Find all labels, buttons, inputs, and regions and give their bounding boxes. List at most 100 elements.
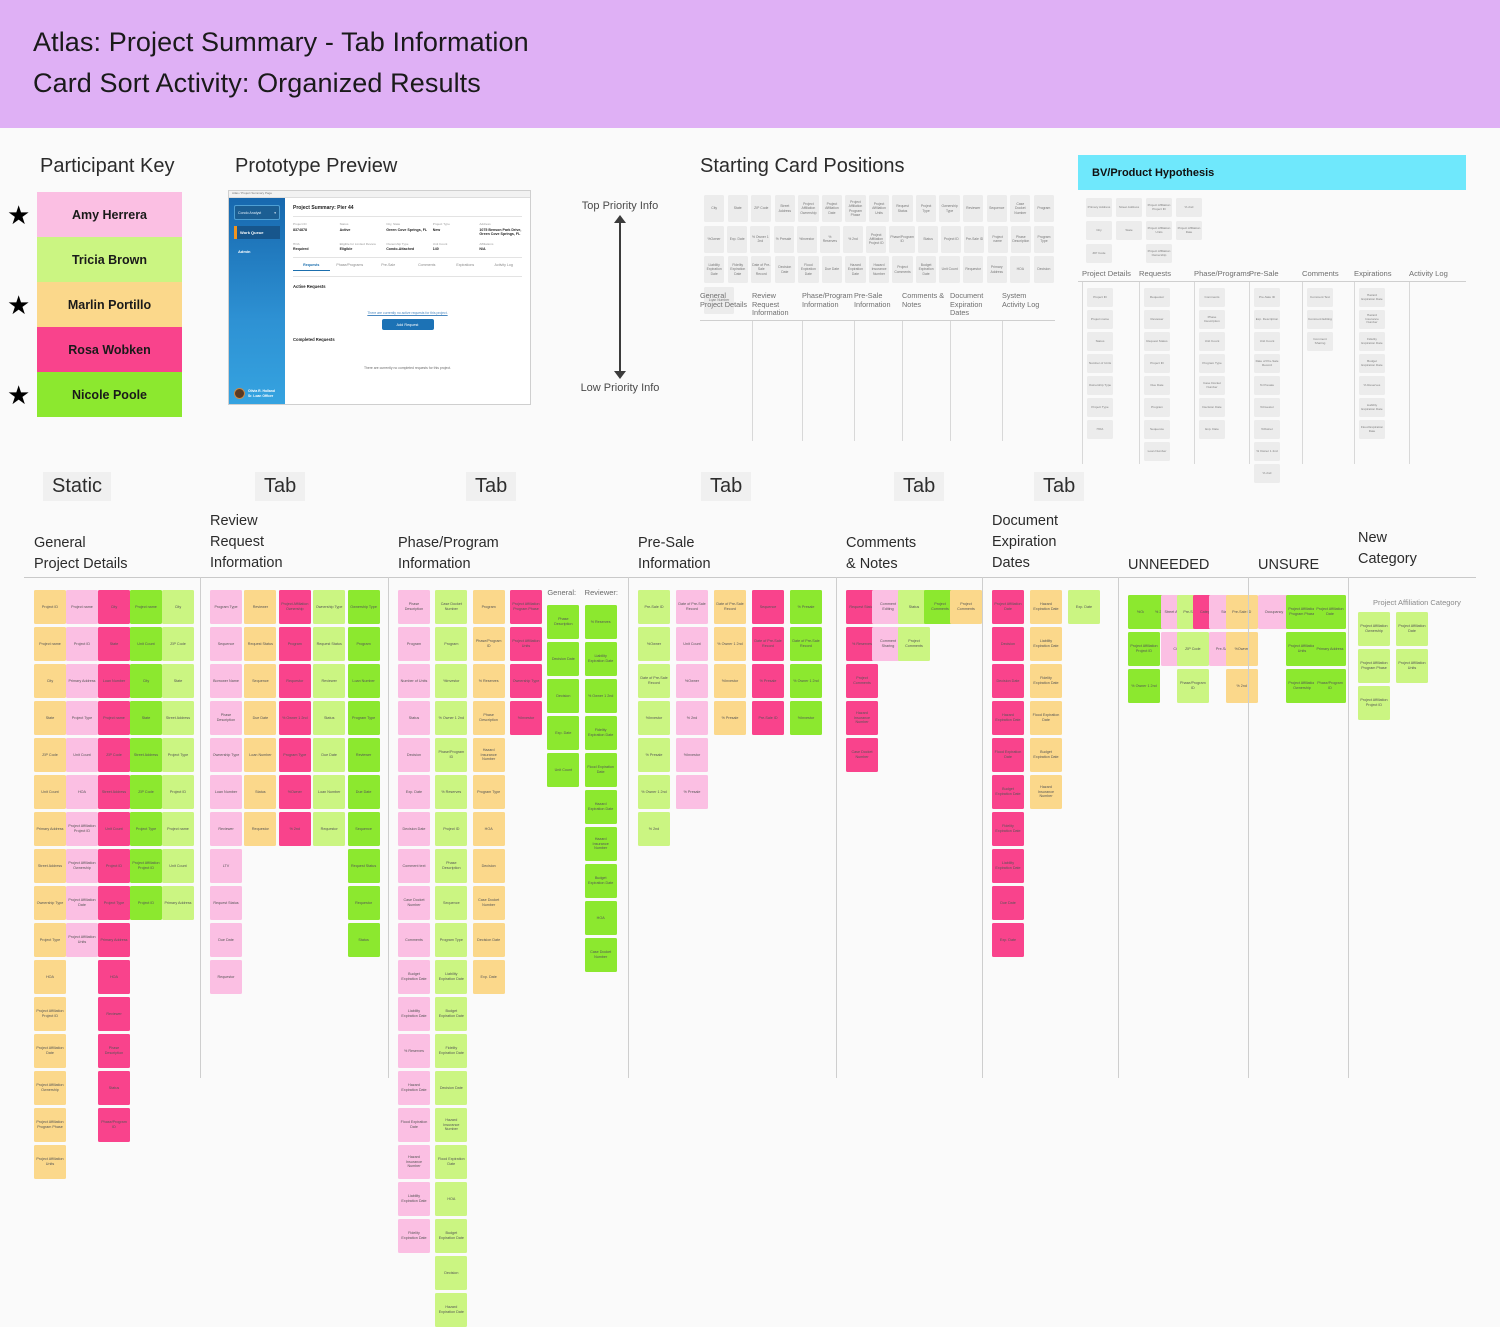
sticky-note-card[interactable]: Hazard Insurance Number xyxy=(1030,775,1062,809)
sticky-note-card[interactable]: Request Status xyxy=(313,627,346,661)
sticky-note-card[interactable]: ZIP Code xyxy=(98,738,130,772)
sticky-note-card[interactable]: Unit Count xyxy=(676,627,708,661)
sticky-note-card[interactable]: Status xyxy=(398,701,430,735)
sticky-note-card[interactable]: Phase/Program ID xyxy=(472,627,505,661)
sticky-note-card[interactable]: Requestor xyxy=(244,812,277,846)
sticky-note-card[interactable]: Budget Expiration Date xyxy=(1030,738,1062,772)
sticky-note-card[interactable]: % Presale xyxy=(752,664,784,698)
sticky-note-card[interactable]: % Reserves xyxy=(398,1034,430,1068)
sticky-note-card[interactable]: Request Status xyxy=(244,627,277,661)
sticky-note-card[interactable]: Date of Pre-Sale Record xyxy=(790,627,822,661)
sticky-note-card[interactable]: Loan Number xyxy=(347,664,380,698)
sticky-note-card[interactable]: HOA xyxy=(584,901,617,935)
sticky-note-card[interactable]: HOA xyxy=(34,960,66,994)
sticky-note-card[interactable]: Case Docket Number xyxy=(846,738,878,772)
sticky-note-card[interactable]: Street Address xyxy=(98,775,130,809)
sticky-note-card[interactable]: Flood Expiration Date xyxy=(1030,701,1062,735)
sticky-note-card[interactable]: Phase Description xyxy=(210,701,242,735)
sticky-note-card[interactable]: Program Type xyxy=(472,775,505,809)
sticky-note-card[interactable]: Loan Number xyxy=(210,775,242,809)
sticky-note-card[interactable]: Phase/Program ID xyxy=(98,1108,130,1142)
sticky-note-card[interactable]: % Presale xyxy=(676,775,708,809)
sticky-note-card[interactable]: Requestor xyxy=(210,960,242,994)
sticky-note-card[interactable]: Request Status xyxy=(347,849,380,883)
sticky-note-card[interactable]: Project Affiliation Ownership xyxy=(278,590,311,624)
sticky-note-card[interactable]: Flood Expiration Date xyxy=(398,1108,430,1142)
sticky-note-card[interactable]: %Investor xyxy=(676,738,708,772)
sticky-note-card[interactable]: City xyxy=(130,664,162,698)
sticky-note-card[interactable]: Hazard Insurance Number xyxy=(846,701,878,735)
sticky-note-card[interactable]: % Presale xyxy=(638,738,670,772)
sticky-note-card[interactable]: Program xyxy=(472,590,505,624)
sticky-note-card[interactable]: Reviewer xyxy=(98,997,130,1031)
sticky-note-card[interactable]: Project ID xyxy=(98,849,130,883)
sticky-note-card[interactable]: % Reserves xyxy=(584,605,617,639)
sticky-note-card[interactable]: Hazard Expiration Date xyxy=(992,701,1024,735)
sticky-note-card[interactable]: Project Type xyxy=(34,923,66,957)
sticky-note-card[interactable]: Status xyxy=(244,775,277,809)
sticky-note-card[interactable]: % Owner 1 2nd xyxy=(638,775,670,809)
sticky-note-card[interactable]: Date of Pre-Sale Record xyxy=(676,590,708,624)
sticky-note-card[interactable]: %Owner xyxy=(1225,632,1258,666)
sticky-note-card[interactable]: Project Affiliation Ownership xyxy=(1358,612,1390,646)
sticky-note-card[interactable]: Phase Description xyxy=(435,849,468,883)
sticky-note-card[interactable]: Project Affiliation Units xyxy=(34,1145,66,1179)
sticky-note-card[interactable]: % Owner 1 2nd xyxy=(714,627,746,661)
sticky-note-card[interactable]: HOA xyxy=(66,775,98,809)
sticky-note-card[interactable]: Phase Description xyxy=(547,605,580,639)
sticky-note-card[interactable]: Exp. Date xyxy=(398,775,430,809)
sticky-note-card[interactable]: Decision Date xyxy=(472,923,505,957)
sticky-note-card[interactable]: Program Type xyxy=(435,923,468,957)
sticky-note-card[interactable]: Due Date xyxy=(210,923,242,957)
sticky-note-card[interactable]: Hazard Expiration Date xyxy=(584,790,617,824)
sticky-note-card[interactable]: Street Address xyxy=(130,738,162,772)
sticky-note-card[interactable]: Comments xyxy=(398,923,430,957)
sticky-note-card[interactable]: Liability Expiration Date xyxy=(398,1182,430,1216)
sticky-note-card[interactable]: Decision xyxy=(472,849,505,883)
sticky-note-card[interactable]: Liability Expiration Date xyxy=(992,849,1024,883)
sticky-note-card[interactable]: Pre-Sale ID xyxy=(1225,595,1258,629)
sticky-note-card[interactable]: Status xyxy=(98,1071,130,1105)
sticky-note-card[interactable]: Phase Description xyxy=(98,1034,130,1068)
sticky-note-card[interactable]: Loan Number xyxy=(98,664,130,698)
sticky-note-card[interactable]: Unit Count xyxy=(547,753,580,787)
sticky-note-card[interactable]: Reviewer xyxy=(210,812,242,846)
sticky-note-card[interactable]: % Presale xyxy=(790,590,822,624)
sticky-note-card[interactable]: Case Docket Number xyxy=(472,886,505,920)
sticky-note-card[interactable]: Reviewer xyxy=(313,664,346,698)
sticky-note-card[interactable]: Street Address xyxy=(162,701,194,735)
sticky-note-card[interactable]: Project Affiliation Project ID xyxy=(34,997,66,1031)
sticky-note-card[interactable]: Hazard Insurance Number xyxy=(472,738,505,772)
sticky-note-card[interactable]: Loan Number xyxy=(244,738,277,772)
sticky-note-card[interactable]: Project Comments xyxy=(846,664,878,698)
sticky-note-card[interactable]: Program xyxy=(435,627,468,661)
sticky-note-card[interactable]: Liability Expiration Date xyxy=(1030,627,1062,661)
sticky-note-card[interactable]: Phase Description xyxy=(398,590,430,624)
sticky-note-card[interactable]: Decision Date xyxy=(547,642,580,676)
sticky-note-card[interactable]: Project Affiliation Units xyxy=(510,627,542,661)
sticky-note-card[interactable]: Budget Expiration Date xyxy=(398,960,430,994)
sticky-note-card[interactable]: Project Affiliation Program Phase xyxy=(34,1108,66,1142)
sticky-note-card[interactable]: %Owner xyxy=(676,664,708,698)
sticky-note-card[interactable]: Decision xyxy=(547,679,580,713)
sticky-note-card[interactable]: Project Comments xyxy=(898,627,930,661)
sticky-note-card[interactable]: Due Date xyxy=(347,775,380,809)
sticky-note-card[interactable]: Liability Expiration Date xyxy=(398,997,430,1031)
sticky-note-card[interactable]: % Owner 1 2nd xyxy=(1128,669,1160,703)
sticky-note-card[interactable]: Unit Count xyxy=(98,812,130,846)
sticky-note-card[interactable]: HOA xyxy=(98,960,130,994)
sticky-note-card[interactable]: Sequence xyxy=(210,627,242,661)
sticky-note-card[interactable]: Decision xyxy=(435,1256,468,1290)
sticky-note-card[interactable]: Budget Expiration Date xyxy=(992,775,1024,809)
sticky-note-card[interactable]: % 2nd xyxy=(638,812,670,846)
sticky-note-card[interactable]: Requestor xyxy=(278,664,311,698)
sticky-note-card[interactable]: Loan Number xyxy=(313,775,346,809)
sticky-note-card[interactable]: Sequence xyxy=(435,886,468,920)
sticky-note-card[interactable]: Budget Expiration Date xyxy=(435,1219,468,1253)
sticky-note-card[interactable]: Project Affiliation Units xyxy=(1396,649,1428,683)
sticky-note-card[interactable]: Reviewer xyxy=(244,590,277,624)
sticky-note-card[interactable]: HOA xyxy=(472,812,505,846)
sticky-note-card[interactable]: Flood Expiration Date xyxy=(435,1145,468,1179)
sticky-note-card[interactable]: Street Address xyxy=(34,849,66,883)
sticky-note-card[interactable]: Project ID xyxy=(435,812,468,846)
